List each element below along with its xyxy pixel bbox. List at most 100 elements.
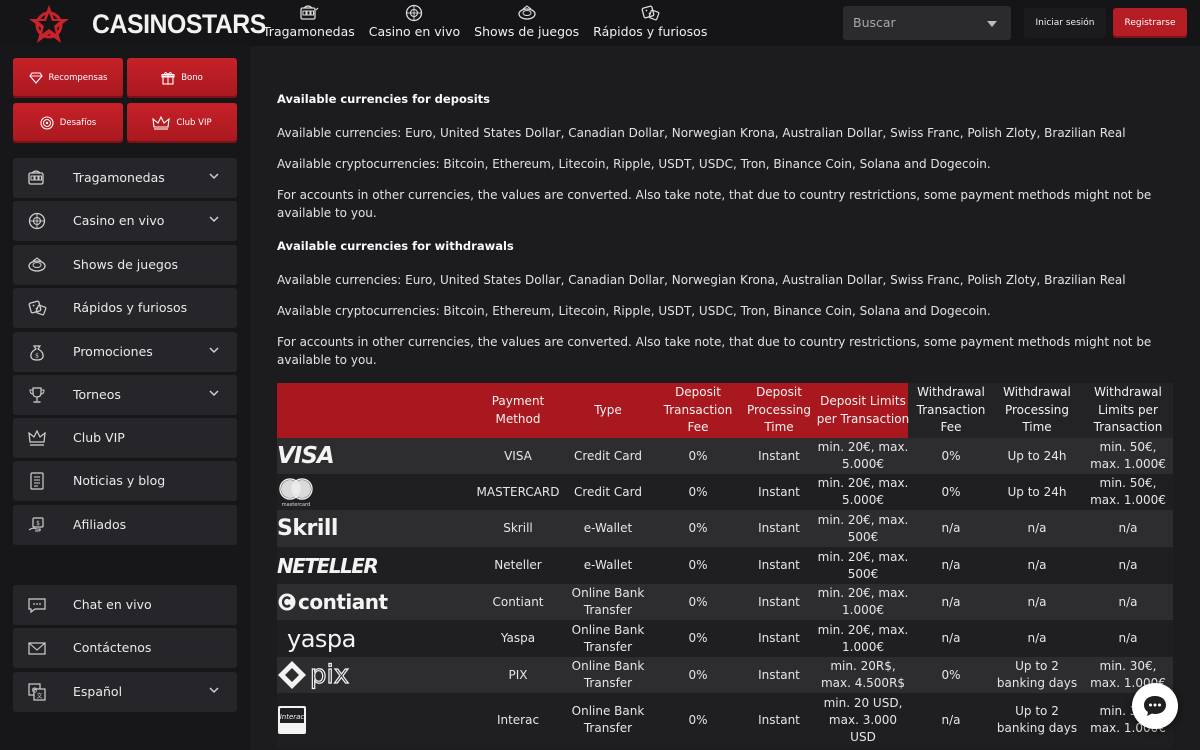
sidebar-item-contactenos[interactable]: Contáctenos	[13, 628, 237, 668]
chevron-down-icon[interactable]	[209, 346, 219, 354]
topnav-label: Shows de juegos	[474, 24, 580, 39]
cell-withdrawal-fee: 0%	[941, 484, 961, 499]
cell-deposit-fee: 0%	[688, 521, 708, 535]
dice-icon	[641, 5, 660, 21]
cell-withdrawal-fee: n/a	[941, 712, 961, 727]
sidebar-item-club-vip[interactable]: Club VIP	[13, 418, 237, 458]
table-row: contiant Contiant Online Bank Transfer 0…	[277, 584, 1173, 620]
cell-withdrawal-time: Up to 2 banking days	[996, 704, 1078, 735]
header-deposit-time: Deposit Processing Time	[746, 385, 812, 435]
promo-label: Club VIP	[176, 118, 212, 128]
sidebar-item-shows-de-juegos[interactable]: Shows de juegos	[13, 245, 237, 285]
sidebar-item-label: Chat en vivo	[73, 597, 152, 612]
header-payment-method: Payment Method	[491, 394, 545, 426]
affiliate-icon: $	[28, 517, 44, 532]
game-show-icon	[518, 5, 536, 20]
svg-text:Interac: Interac	[280, 713, 305, 721]
chevron-down-icon[interactable]	[209, 389, 219, 397]
cell-method: Interac	[496, 712, 540, 727]
svg-text:文: 文	[36, 692, 42, 700]
target-icon	[40, 116, 54, 130]
cell-method: Yaspa	[500, 631, 536, 645]
topnav-rapidos-y-furiosos[interactable]: Rápidos y furiosos	[593, 4, 707, 39]
cell-deposit-fee: 0%	[688, 558, 708, 572]
cell-deposit-time: Instant	[758, 594, 800, 609]
sidebar-item-casino-en-vivo[interactable]: Casino en vivo	[13, 201, 237, 241]
crown-icon	[152, 116, 171, 130]
promo-bono-button[interactable]: Bono	[127, 58, 237, 98]
sidebar-item-label: Español	[73, 684, 123, 699]
sidebar-item-chat-en-vivo[interactable]: Chat en vivo	[13, 585, 237, 625]
topnav-casino-en-vivo[interactable]: Casino en vivo	[369, 4, 460, 39]
cell-withdrawal-time: Up to 2 banking days	[996, 659, 1078, 690]
sidebar-item-tragamonedas[interactable]: Tragamonedas	[13, 158, 237, 198]
cell-type: e-Wallet	[583, 521, 633, 535]
promo-club-vip-button[interactable]: Club VIP	[127, 103, 237, 143]
cell-type: Online Bank Transfer	[571, 704, 645, 735]
cell-deposit-time: Instant	[758, 521, 800, 535]
gift-icon	[161, 72, 175, 85]
sidebar-item-promociones[interactable]: $ Promociones	[13, 332, 237, 372]
money-bag-icon: $	[30, 345, 44, 361]
sidebar-item-idioma[interactable]: G文 Español	[13, 672, 237, 712]
payment-methods-table: Payment Method Type Deposit Transaction …	[277, 383, 1173, 747]
withdrawals-currencies-text: Available currencies: Euro, United State…	[277, 273, 1126, 287]
brand-logo[interactable]: CASINOSTARS	[28, 4, 281, 44]
contiant-mark-icon	[278, 593, 296, 611]
main-content: Available currencies for deposits Availa…	[250, 46, 1200, 750]
cell-withdrawal-limits: min. 50€, max. 1.000€	[1090, 440, 1166, 471]
promo-label: Recompensas	[48, 73, 108, 83]
live-chat-button[interactable]	[1132, 683, 1178, 729]
slot-machine-icon	[28, 170, 44, 185]
pix-diamond-icon	[278, 661, 306, 689]
sidebar-item-label: Noticias y blog	[73, 473, 166, 488]
topnav-shows-de-juegos[interactable]: Shows de juegos	[474, 4, 579, 39]
cell-deposit-fee: 0%	[688, 594, 708, 609]
cell-deposit-fee: 0%	[688, 448, 708, 463]
cell-withdrawal-fee: n/a	[941, 594, 961, 609]
topnav-label: Rápidos y furiosos	[593, 24, 708, 39]
sidebar-item-afiliados[interactable]: $ Afiliados	[13, 505, 237, 545]
header-withdrawal-limits: Withdrawal Limits per Transaction	[1093, 385, 1163, 435]
cell-deposit-fee: 0%	[688, 631, 708, 645]
topnav-label: Tragamonedas	[263, 24, 355, 39]
roulette-icon	[28, 212, 46, 230]
yaspa-logo: yaspa	[287, 624, 356, 653]
promo-desafios-button[interactable]: Desafíos	[13, 103, 123, 143]
cell-method: PIX	[508, 667, 528, 682]
cell-deposit-limits: min. 20€, max. 5.000€	[817, 476, 909, 507]
promo-label: Bono	[181, 73, 203, 83]
chevron-down-icon[interactable]	[209, 215, 219, 223]
table-header: Payment Method Type Deposit Transaction …	[277, 383, 1173, 438]
sidebar-item-rapidos-y-furiosos[interactable]: Rápidos y furiosos	[13, 288, 237, 328]
cell-deposit-time: Instant	[758, 712, 800, 727]
sidebar-item-label: Torneos	[73, 387, 121, 402]
sidebar-item-label: Club VIP	[73, 430, 125, 445]
cell-deposit-fee: 0%	[688, 712, 708, 727]
table-row: yaspa Yaspa Online Bank Transfer 0% Inst…	[277, 620, 1173, 657]
roulette-icon	[406, 4, 423, 22]
cell-deposit-fee: 0%	[688, 667, 708, 682]
sidebar-item-label: Promociones	[73, 344, 153, 359]
sidebar-item-noticias-y-blog[interactable]: Noticias y blog	[13, 461, 237, 501]
caret-down-icon	[987, 21, 997, 27]
dice-icon	[28, 300, 47, 316]
chat-bubble-icon	[1144, 696, 1166, 716]
cell-withdrawal-fee: n/a	[941, 631, 961, 645]
login-button[interactable]: Iniciar sesión	[1024, 8, 1106, 38]
sidebar-item-torneos[interactable]: Torneos	[13, 375, 237, 415]
chevron-down-icon[interactable]	[209, 686, 219, 694]
cell-type: Credit Card	[574, 484, 642, 499]
cell-deposit-time: Instant	[758, 448, 800, 463]
promo-recompensas-button[interactable]: Recompensas	[13, 58, 123, 98]
withdrawals-crypto-text: Available cryptocurrencies: Bitcoin, Eth…	[277, 304, 991, 318]
register-button[interactable]: Registrarse	[1113, 8, 1187, 38]
sidebar-item-label: Tragamonedas	[73, 170, 165, 185]
star-logo-icon	[29, 5, 69, 43]
cell-withdrawal-time: Up to 24h	[1007, 484, 1067, 499]
chevron-down-icon[interactable]	[209, 172, 219, 180]
search-select[interactable]: Buscar	[843, 6, 1011, 40]
cell-type: Online Bank Transfer	[571, 659, 645, 690]
header-deposit-fee: Deposit Transaction Fee	[663, 385, 733, 435]
topnav-tragamonedas[interactable]: Tragamonedas	[263, 4, 355, 39]
